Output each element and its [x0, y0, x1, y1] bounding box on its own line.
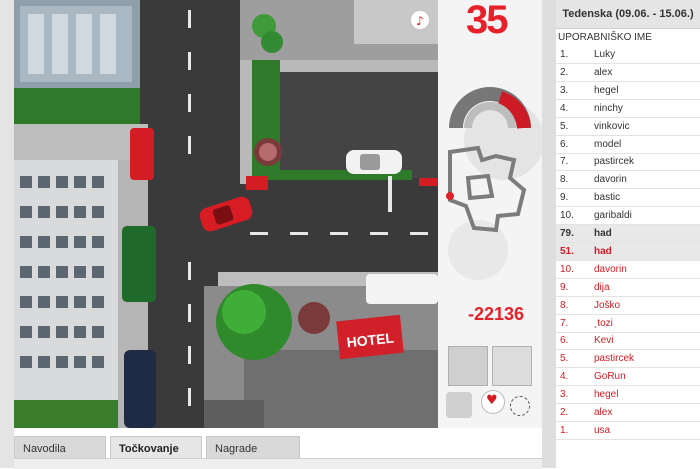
leaderboard-username: hegel	[594, 84, 619, 96]
leaderboard-rank: 51.	[560, 245, 574, 257]
leaderboard-username: bastic	[594, 192, 621, 204]
leaderboard-username: pastircek	[594, 353, 635, 365]
leaderboard-rank: 79.	[560, 228, 574, 239]
leaderboard-row[interactable]: 2. alex	[556, 404, 700, 422]
minimap-player-marker	[446, 192, 454, 200]
leaderboard-username: Kevi	[594, 335, 614, 347]
tile-grey[interactable]	[448, 346, 488, 386]
leaderboard-row[interactable]: 5. pastircek	[556, 350, 700, 369]
leaderboard-username: had	[594, 245, 612, 257]
leaderboard-row[interactable]: 8. Joško	[556, 297, 700, 315]
leaderboard-rank: 10.	[560, 263, 574, 275]
leaderboard-rank: 4.	[560, 371, 569, 383]
leaderboard-row[interactable]: 5. vinkovic	[556, 118, 700, 136]
tab-content-strip	[14, 458, 542, 469]
tab-nagrade[interactable]: Nagrade	[206, 436, 300, 460]
leaderboard-column-username: UPORABNIŠKO IME	[558, 32, 652, 43]
leaderboard-row[interactable]: 51. had	[556, 242, 700, 261]
leaderboard-row[interactable]: 6. Kevi	[556, 332, 700, 351]
leaderboard-username: GoRun	[594, 371, 626, 383]
apartment-building-left	[14, 160, 118, 428]
leaderboard-username: ¸tozi	[594, 317, 613, 329]
leaderboard-row[interactable]: 1. usa	[556, 422, 700, 440]
leaderboard-period[interactable]: Tedenska (09.06. - 15.06.)	[556, 0, 700, 29]
leaderboard-row[interactable]: 4. GoRun	[556, 368, 700, 387]
leaderboard-rank: 3.	[560, 389, 569, 401]
leaderboard-rank: 7.	[560, 156, 569, 168]
leaderboard-username: davorin	[594, 263, 627, 275]
leaderboard-rank: 9.	[560, 281, 569, 293]
white-limousine	[366, 274, 438, 304]
sidewalk	[14, 124, 148, 164]
scribble-icon[interactable]	[510, 396, 530, 416]
leaderboard-row[interactable]: 9. dija	[556, 279, 700, 297]
leaderboard-username: pastircek	[594, 156, 635, 168]
leaderboard-rank: 3.	[560, 84, 569, 96]
svg-text:♪: ♪	[416, 14, 424, 28]
leaderboard-rank: 2.	[560, 66, 569, 78]
leaderboard-row[interactable]: 9. bastic	[556, 189, 700, 208]
leaderboard-rank: 8.	[560, 174, 569, 186]
leaderboard-rank: 1.	[560, 424, 569, 436]
game-viewport[interactable]: HOTEL ♪	[14, 0, 438, 428]
barrier	[246, 176, 268, 190]
heart-icon[interactable]: ♥	[478, 390, 505, 416]
divider	[542, 0, 556, 468]
leaderboard-rank: 9.	[560, 192, 569, 204]
leaderboard-row[interactable]: 1. Luky	[556, 46, 700, 64]
leaderboard-row[interactable]: 6. model	[556, 136, 700, 154]
leaderboard-rank: 10.	[560, 210, 574, 222]
green-van	[122, 226, 156, 302]
leaderboard-rank: 6.	[560, 138, 569, 150]
leaderboard-username: ninchy	[594, 102, 623, 114]
leaderboard-username: Joško	[594, 299, 621, 311]
leaderboard-row[interactable]: 10. garibaldi	[556, 207, 700, 226]
leaderboard-rank: 8.	[560, 299, 569, 311]
paper-ball-icon[interactable]	[446, 392, 472, 418]
left-gutter	[0, 0, 14, 468]
leaderboard-rank: 5.	[560, 120, 569, 132]
leaderboard-username: model	[594, 138, 622, 150]
leaderboard-username: davorin	[594, 174, 627, 186]
leaderboard-row[interactable]: 3. hegel	[556, 82, 700, 100]
leaderboard-row[interactable]: 3. hegel	[556, 386, 700, 405]
leaderboard-username: alex	[594, 66, 613, 78]
leaderboard-row[interactable]: 7. ¸tozi	[556, 315, 700, 333]
leaderboard-username: vinkovic	[594, 120, 630, 132]
leaderboard-row[interactable]: 8. davorin	[556, 171, 700, 190]
leaderboard-rank: 1.	[560, 49, 569, 60]
leaderboard-username: alex	[594, 407, 613, 418]
score: -22136	[468, 304, 525, 324]
hud-panel: 35 -22136 ♥	[438, 0, 542, 428]
red-car-parked	[130, 128, 154, 180]
leaderboard-username: garibaldi	[594, 210, 632, 222]
leaderboard-row[interactable]: 7. pastircek	[556, 153, 700, 172]
leaderboard-rank: 5.	[560, 353, 569, 365]
timer: 35	[466, 0, 508, 42]
tab-tockovanje[interactable]: Točkovanje	[110, 436, 202, 460]
leaderboard-rank: 4.	[560, 102, 569, 114]
leaderboard-rank: 7.	[560, 317, 569, 329]
leaderboard-username: had	[594, 228, 612, 239]
leaderboard-username: hegel	[594, 389, 619, 401]
leaderboard-username: Luky	[594, 49, 616, 60]
leaderboard-username: dija	[594, 281, 610, 293]
tab-navodila[interactable]: Navodila	[14, 436, 106, 460]
navy-car	[124, 350, 156, 428]
tile-crumpled-paper[interactable]	[492, 346, 532, 386]
leaderboard-row[interactable]: 79. had	[556, 225, 700, 243]
leaderboard-rank: 6.	[560, 335, 569, 347]
leaderboard-row[interactable]: 10. davorin	[556, 261, 700, 279]
leaderboard-username: usa	[594, 424, 611, 436]
leaderboard-row[interactable]: 2. alex	[556, 64, 700, 82]
leaderboard-rank: 2.	[560, 407, 569, 418]
grass-lot	[14, 88, 140, 124]
leaderboard-row[interactable]: 4. ninchy	[556, 100, 700, 118]
game-scene[interactable]: HOTEL ♪	[14, 0, 438, 428]
